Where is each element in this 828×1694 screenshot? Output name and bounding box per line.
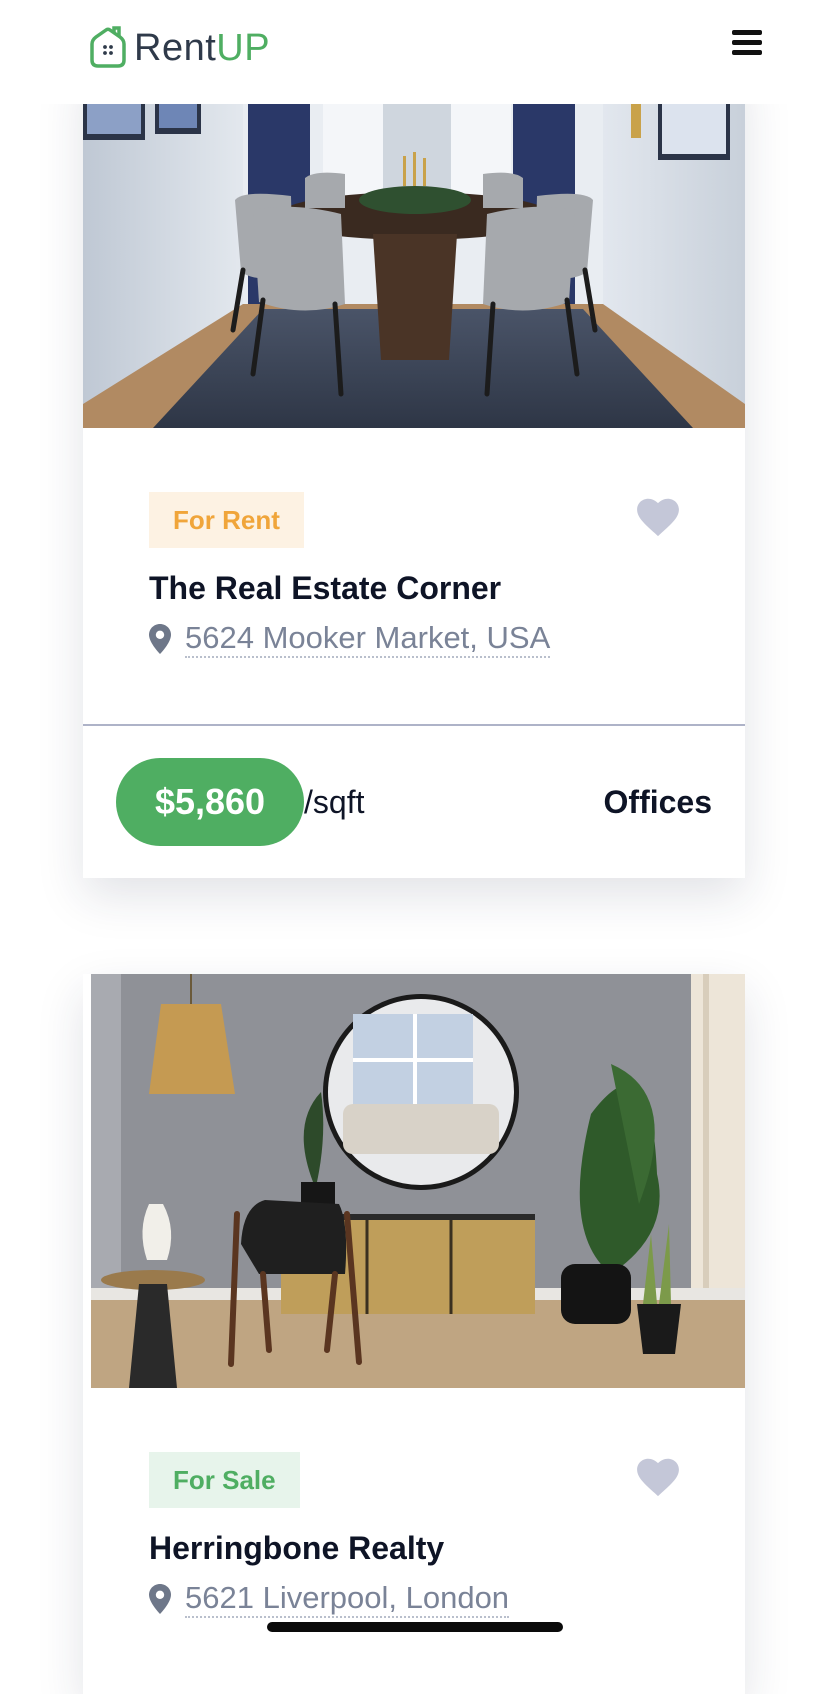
address-link[interactable]: 5624 Mooker Market, USA (185, 620, 551, 658)
listing-title[interactable]: The Real Estate Corner (149, 570, 501, 607)
listing-address[interactable]: 5624 Mooker Market, USA (149, 620, 551, 658)
logo-up: UP (216, 27, 271, 69)
logo-text: RentUP (134, 29, 270, 67)
heart-icon[interactable] (636, 1458, 680, 1498)
price-unit: /sqft (304, 784, 365, 820)
status-badge: For Sale (149, 1452, 300, 1508)
status-badge: For Rent (149, 492, 304, 548)
dining-room-photo[interactable] (83, 104, 745, 428)
property-type: Offices (603, 784, 712, 820)
map-pin-icon (149, 1584, 171, 1614)
listing-card[interactable]: For Rent The Real Estate Corner 5624 Moo… (83, 60, 745, 878)
logo[interactable]: RentUP (86, 24, 270, 72)
map-pin-icon (149, 624, 171, 654)
card-divider (83, 724, 745, 726)
hamburger-menu-icon[interactable] (732, 28, 764, 58)
listing-address[interactable]: 5621 Liverpool, London (149, 1580, 510, 1618)
address-link[interactable]: 5621 Liverpool, London (185, 1580, 510, 1618)
logo-rent: Rent (134, 27, 217, 69)
living-room-photo[interactable] (91, 974, 745, 1388)
price-pill: $5,860 (116, 758, 304, 846)
heart-icon[interactable] (636, 498, 680, 538)
home-indicator[interactable] (267, 1622, 563, 1632)
house-icon (90, 26, 126, 68)
listing-title[interactable]: Herringbone Realty (149, 1530, 444, 1567)
listing-card[interactable]: For Sale Herringbone Realty 5621 Liverpo… (83, 974, 745, 1694)
site-header: RentUP (0, 0, 828, 104)
